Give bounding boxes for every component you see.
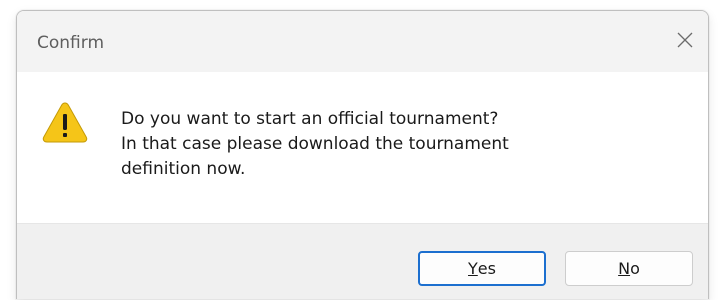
message-text: Do you want to start an official tournam… <box>121 107 509 182</box>
yes-button[interactable]: Yes <box>418 251 546 286</box>
close-icon <box>677 32 693 48</box>
yes-button-label: es <box>477 259 496 278</box>
title-bar: Confirm <box>17 11 708 72</box>
no-button-label: o <box>630 259 640 278</box>
dialog-content: Do you want to start an official tournam… <box>17 72 708 223</box>
message-line: In that case please download the tournam… <box>121 134 509 154</box>
button-bar: Yes No <box>17 223 708 299</box>
yes-button-accelerator: Y <box>468 259 478 278</box>
close-button[interactable] <box>668 23 702 57</box>
no-button[interactable]: No <box>565 251 693 286</box>
warning-icon <box>42 102 88 143</box>
message-line: definition now. <box>121 159 246 179</box>
confirm-dialog: Confirm Do you want to start an official… <box>16 10 709 299</box>
dialog-title: Confirm <box>37 33 105 53</box>
message-line: Do you want to start an official tournam… <box>121 109 499 129</box>
no-button-accelerator: N <box>618 259 631 278</box>
